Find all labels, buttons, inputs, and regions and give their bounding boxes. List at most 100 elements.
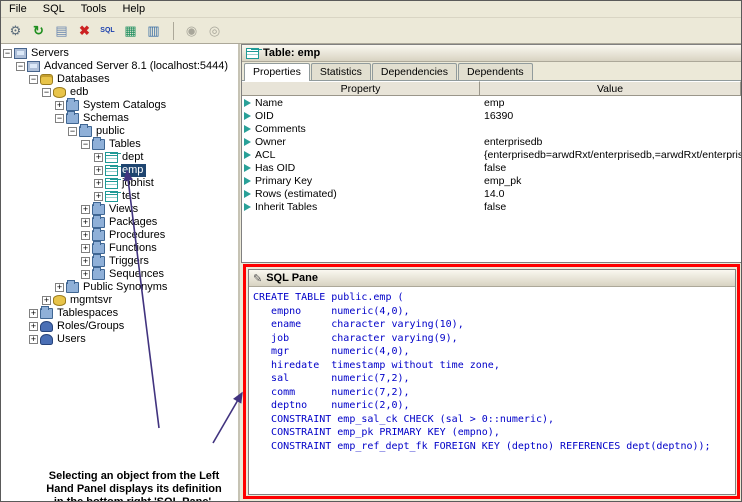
tree-item-sequences[interactable]: Sequences bbox=[1, 268, 238, 281]
expander-icon[interactable] bbox=[81, 270, 90, 279]
tree-item-schemas[interactable]: Schemas bbox=[1, 112, 238, 125]
tree-item-users[interactable]: Users bbox=[1, 333, 238, 346]
expander-icon[interactable] bbox=[81, 218, 90, 227]
tree-item-system-catalogs[interactable]: System Catalogs bbox=[1, 99, 238, 112]
expander-icon[interactable] bbox=[42, 296, 51, 305]
tab-dependents[interactable]: Dependents bbox=[458, 63, 533, 80]
property-icon bbox=[244, 203, 251, 211]
property-row[interactable]: Owner enterprisedb bbox=[242, 135, 741, 148]
expander-icon[interactable] bbox=[68, 127, 77, 136]
tree-item-label: Tables bbox=[108, 138, 144, 151]
tree-item-triggers[interactable]: Triggers bbox=[1, 255, 238, 268]
expander-icon[interactable] bbox=[81, 257, 90, 266]
tree-item-test[interactable]: test bbox=[1, 190, 238, 203]
expander-icon[interactable] bbox=[29, 309, 38, 318]
filter-data-button[interactable]: ▥ bbox=[143, 20, 165, 42]
tree-item-edb[interactable]: edb bbox=[1, 86, 238, 99]
property-row[interactable]: Inherit Tablesfalse bbox=[242, 200, 741, 213]
property-row[interactable]: Rows (estimated)14.0 bbox=[242, 187, 741, 200]
tab-statistics[interactable]: Statistics bbox=[311, 63, 371, 80]
property-row[interactable]: OID16390 bbox=[242, 109, 741, 122]
query-tool-button[interactable]: SQL bbox=[97, 20, 119, 42]
property-value: emp bbox=[480, 97, 741, 109]
refresh-icon: ↻ bbox=[33, 24, 44, 37]
tree-item-emp[interactable]: emp bbox=[1, 164, 238, 177]
tree-item-servers[interactable]: Servers bbox=[1, 47, 238, 60]
properties-icon: ▤ bbox=[55, 24, 67, 37]
expander-icon[interactable] bbox=[94, 192, 103, 201]
filter-icon: ▥ bbox=[147, 24, 159, 37]
tree-item-tablespaces[interactable]: Tablespaces bbox=[1, 307, 238, 320]
property-name: Comments bbox=[255, 123, 306, 135]
expander-icon[interactable] bbox=[94, 153, 103, 162]
expander-icon[interactable] bbox=[55, 283, 64, 292]
tree-item-procedures[interactable]: Procedures bbox=[1, 229, 238, 242]
tree-item-tables[interactable]: Tables bbox=[1, 138, 238, 151]
menu-file[interactable]: File bbox=[1, 2, 35, 16]
property-value: enterprisedb bbox=[480, 136, 741, 148]
tree-item-jobhist[interactable]: jobhist bbox=[1, 177, 238, 190]
tree-item-public-synonyms[interactable]: Public Synonyms bbox=[1, 281, 238, 294]
database-icon bbox=[53, 87, 66, 98]
table-icon bbox=[105, 191, 118, 202]
expander-icon[interactable] bbox=[55, 114, 64, 123]
view-data-button[interactable]: ▦ bbox=[120, 20, 142, 42]
expander-icon[interactable] bbox=[29, 75, 38, 84]
tree-item-views[interactable]: Views bbox=[1, 203, 238, 216]
properties-button[interactable]: ▤ bbox=[51, 20, 73, 42]
tree-item-public[interactable]: public bbox=[1, 125, 238, 138]
menu-help[interactable]: Help bbox=[114, 2, 153, 16]
expander-icon[interactable] bbox=[81, 205, 90, 214]
tree-item-advanced-server[interactable]: Advanced Server 8.1 (localhost:5444) bbox=[1, 60, 238, 73]
databases-icon bbox=[40, 74, 53, 85]
tree-item-label: Databases bbox=[56, 73, 113, 86]
expander-icon[interactable] bbox=[55, 101, 64, 110]
sql-line: CREATE TABLE public.emp ( bbox=[253, 291, 733, 305]
tree-item-label: mgmtsvr bbox=[69, 294, 115, 307]
sql-line: mgr numeric(4,0), bbox=[253, 345, 733, 359]
expander-icon[interactable] bbox=[81, 140, 90, 149]
property-name: Owner bbox=[255, 136, 286, 148]
options-button[interactable]: ⚙ bbox=[5, 20, 27, 42]
property-row[interactable]: Comments bbox=[242, 122, 741, 135]
expander-icon[interactable] bbox=[16, 62, 25, 71]
property-row[interactable]: ACL{enterprisedb=arwdRxt/enterprisedb,=a… bbox=[242, 148, 741, 161]
tab-dependencies[interactable]: Dependencies bbox=[372, 63, 457, 80]
sql-line: CONSTRAINT emp_pk PRIMARY KEY (empno), bbox=[253, 426, 733, 440]
tree-item-roles-groups[interactable]: Roles/Groups bbox=[1, 320, 238, 333]
property-value: 14.0 bbox=[480, 188, 741, 200]
tabs-bar: Properties Statistics Dependencies Depen… bbox=[242, 62, 741, 81]
expander-icon[interactable] bbox=[81, 244, 90, 253]
expander-icon[interactable] bbox=[3, 49, 12, 58]
property-row[interactable]: Primary Keyemp_pk bbox=[242, 174, 741, 187]
folder-icon bbox=[92, 269, 105, 280]
tree-item-databases[interactable]: Databases bbox=[1, 73, 238, 86]
tab-properties[interactable]: Properties bbox=[244, 63, 310, 81]
sql-content[interactable]: CREATE TABLE public.emp ( empno numeric(… bbox=[249, 287, 735, 453]
column-header-property[interactable]: Property bbox=[242, 81, 480, 96]
tree-item-label: Tablespaces bbox=[56, 307, 121, 320]
tree-item-functions[interactable]: Functions bbox=[1, 242, 238, 255]
expander-icon[interactable] bbox=[94, 166, 103, 175]
table-data-icon: ▦ bbox=[124, 24, 136, 37]
expander-icon[interactable] bbox=[29, 322, 38, 331]
tree-item-dept[interactable]: dept bbox=[1, 151, 238, 164]
drop-object-button[interactable]: ✖ bbox=[74, 20, 96, 42]
tree-item-label: jobhist bbox=[121, 177, 157, 190]
menu-tools[interactable]: Tools bbox=[73, 2, 115, 16]
menu-sql[interactable]: SQL bbox=[35, 2, 73, 16]
property-row[interactable]: Has OIDfalse bbox=[242, 161, 741, 174]
property-row[interactable]: Nameemp bbox=[242, 96, 741, 109]
expander-icon[interactable] bbox=[94, 179, 103, 188]
expander-icon[interactable] bbox=[29, 335, 38, 344]
expander-icon[interactable] bbox=[42, 88, 51, 97]
refresh-button[interactable]: ↻ bbox=[28, 20, 50, 42]
tree-item-packages[interactable]: Packages bbox=[1, 216, 238, 229]
users-icon bbox=[40, 334, 53, 345]
tree-item-mgmtsvr[interactable]: mgmtsvr bbox=[1, 294, 238, 307]
property-name: OID bbox=[255, 110, 274, 122]
column-header-value[interactable]: Value bbox=[480, 81, 741, 96]
property-value: {enterprisedb=arwdRxt/enterprisedb,=arwd… bbox=[480, 149, 741, 161]
expander-icon[interactable] bbox=[81, 231, 90, 240]
folder-icon bbox=[40, 308, 53, 319]
